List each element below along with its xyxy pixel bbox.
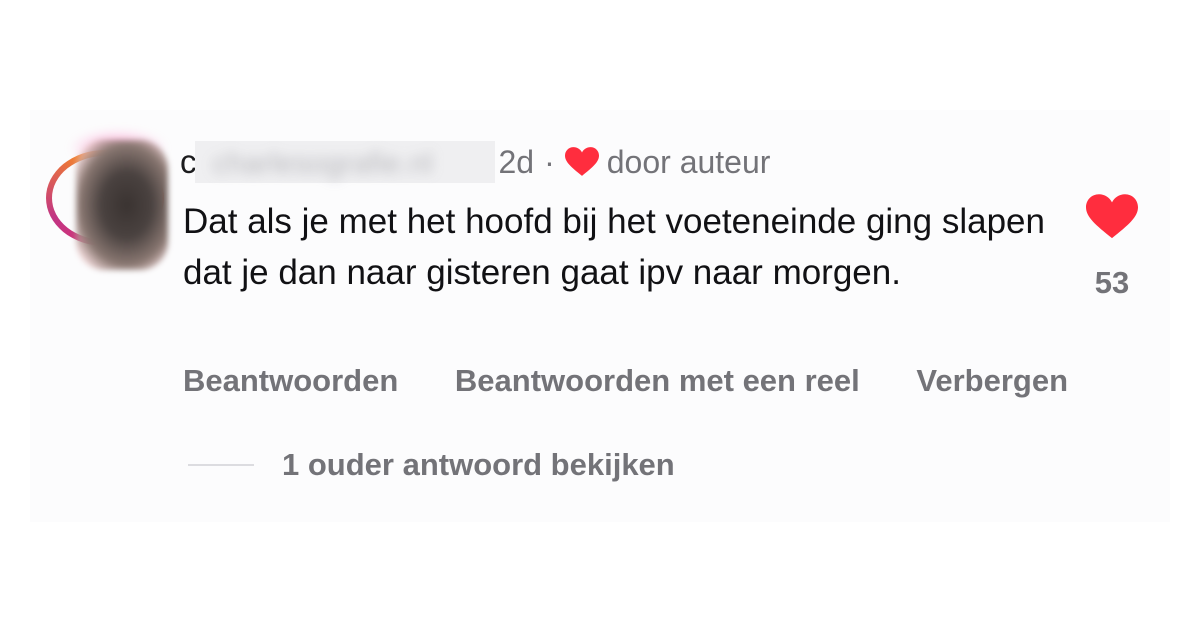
comment-header: c charlesografie.nl 2d · door auteur bbox=[180, 140, 770, 184]
avatar-image bbox=[76, 140, 168, 270]
hide-button[interactable]: Verbergen bbox=[916, 363, 1068, 398]
avatar[interactable] bbox=[46, 128, 168, 270]
reply-with-reel-button[interactable]: Beantwoorden met een reel bbox=[455, 363, 860, 398]
heart-icon[interactable] bbox=[1086, 194, 1138, 240]
like-column: 53 bbox=[1082, 194, 1142, 301]
comment-age: 2d bbox=[498, 143, 535, 180]
heart-icon bbox=[564, 147, 599, 176]
replies-divider bbox=[188, 464, 254, 466]
reply-button[interactable]: Beantwoorden bbox=[183, 363, 398, 398]
comment-actions: Beantwoorden Beantwoorden met een reel V… bbox=[183, 363, 1116, 399]
view-replies[interactable]: 1 ouder antwoord bekijken bbox=[188, 447, 675, 483]
liked-by-author-label: door auteur bbox=[606, 143, 771, 180]
comment-card: c charlesografie.nl 2d · door auteur Dat… bbox=[30, 110, 1170, 522]
view-replies-label[interactable]: 1 ouder antwoord bekijken bbox=[282, 447, 675, 483]
meta-separator: · bbox=[544, 143, 555, 180]
username-redacted[interactable]: charlesografie.nl bbox=[194, 141, 495, 183]
username-blurred-text: charlesografie.nl bbox=[212, 147, 433, 180]
comment-body: Dat als je met het hoofd bij het voetene… bbox=[183, 202, 1045, 292]
like-count[interactable]: 53 bbox=[1082, 265, 1142, 301]
